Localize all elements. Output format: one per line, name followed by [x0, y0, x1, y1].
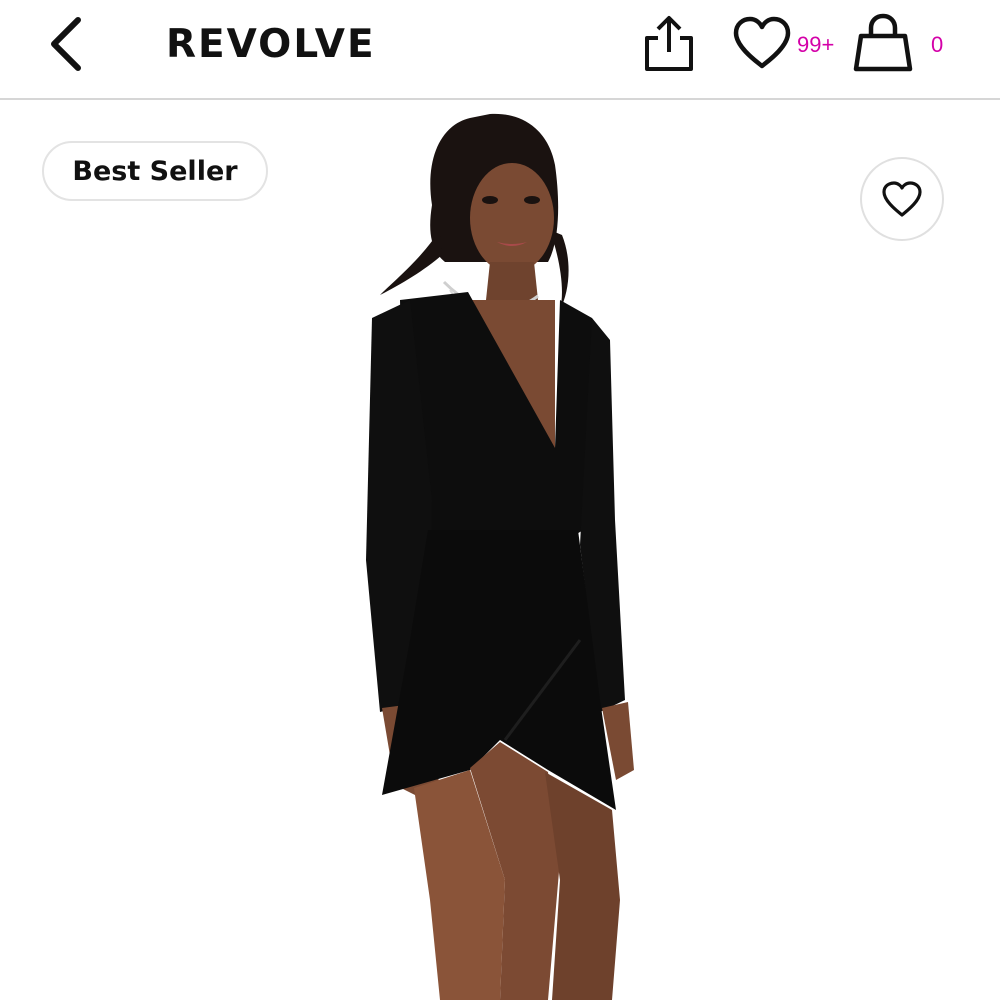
heart-outline-icon: [882, 181, 922, 217]
share-icon: [645, 16, 693, 71]
product-image[interactable]: Best Seller: [0, 100, 1000, 1000]
wishlist-count-badge: 99+: [797, 32, 835, 57]
favorite-button[interactable]: [860, 157, 944, 241]
best-seller-badge: Best Seller: [42, 141, 268, 201]
shopping-bag-icon: [853, 13, 913, 72]
share-button[interactable]: [642, 12, 696, 74]
bag-count-badge: 0: [931, 32, 944, 57]
brand-logo[interactable]: REVOLVE: [166, 22, 376, 67]
heart-icon: [733, 16, 791, 69]
wishlist-button[interactable]: [732, 16, 792, 70]
back-button[interactable]: [44, 14, 90, 74]
chevron-left-icon: [51, 17, 81, 71]
shopping-bag-button[interactable]: [852, 12, 914, 74]
top-nav-bar: REVOLVE 99+ 0: [0, 0, 1000, 100]
model-wearing-black-dress-illustration: [366, 113, 634, 1000]
